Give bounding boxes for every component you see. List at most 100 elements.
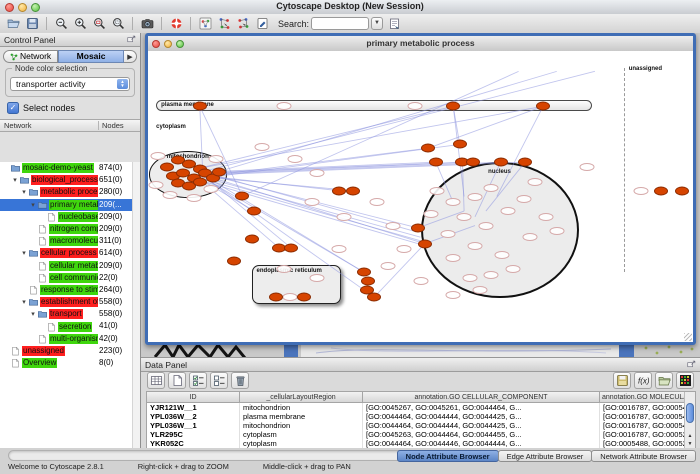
- open-file-icon[interactable]: [4, 16, 22, 32]
- tree-row[interactable]: ▾cellular process614(0): [0, 247, 140, 259]
- graph-node[interactable]: [466, 158, 480, 167]
- graph-node[interactable]: [284, 243, 298, 252]
- select-nodes-row[interactable]: ✓ Select nodes: [7, 102, 133, 114]
- search-input[interactable]: [311, 17, 369, 30]
- expand-arrow-icon[interactable]: ▾: [29, 201, 37, 209]
- graph-node[interactable]: [367, 293, 381, 302]
- layout-spring-icon[interactable]: [215, 16, 233, 32]
- expand-arrow-icon[interactable]: ▾: [20, 298, 28, 306]
- resize-grip[interactable]: [684, 333, 692, 341]
- scrollbar-thumb[interactable]: [686, 403, 694, 423]
- tab-network[interactable]: Network: [3, 50, 58, 63]
- table-row[interactable]: YPL036W__2plasma membrane[GO:0044464, GO…: [147, 412, 685, 421]
- tab-node-attribute-browser[interactable]: Node Attribute Browser: [397, 450, 499, 462]
- network-window-titlebar[interactable]: primary metabolic process: [148, 36, 693, 52]
- attribute-table-icon[interactable]: [147, 372, 165, 389]
- table-row[interactable]: YJR121W__1mitochondrion[GO:0045267, GO:0…: [147, 403, 685, 413]
- layout-force-icon[interactable]: [234, 16, 252, 32]
- tree-row[interactable]: ▾establishment of lo558(0): [0, 296, 140, 308]
- graph-node[interactable]: [357, 268, 371, 277]
- tree-row[interactable]: secretion41(0): [0, 320, 140, 332]
- graph-node[interactable]: [536, 102, 550, 111]
- graph-node[interactable]: [446, 102, 460, 111]
- graph-node[interactable]: [160, 163, 174, 172]
- expand-arrow-icon[interactable]: ▾: [20, 188, 28, 196]
- import-table-icon[interactable]: [655, 372, 673, 389]
- graph-node[interactable]: [518, 158, 532, 167]
- zoom-fit-icon[interactable]: [109, 16, 127, 32]
- graph-node[interactable]: [193, 177, 207, 186]
- advanced-search-icon[interactable]: [385, 16, 403, 32]
- zoom-out-icon[interactable]: [52, 16, 70, 32]
- save-session-icon[interactable]: [23, 16, 41, 32]
- tree-row[interactable]: cellular metabo209(0): [0, 260, 140, 272]
- snapshot-camera-icon[interactable]: [138, 16, 156, 32]
- table-scrollbar[interactable]: ▲▼: [684, 392, 695, 448]
- tab-overflow-button[interactable]: ▶: [124, 50, 137, 63]
- column-header[interactable]: annotation.GO MOLECULAR_FUNCTION: [600, 392, 685, 403]
- graph-node[interactable]: [247, 207, 261, 216]
- table-row[interactable]: YLR295Ccytoplasm[GO:0045263, GO:0044464,…: [147, 430, 685, 439]
- scrollbar-arrows[interactable]: ▲▼: [685, 432, 695, 448]
- function-builder-icon[interactable]: f(x): [634, 372, 652, 389]
- float-panel-icon[interactable]: [127, 35, 136, 44]
- help-lifesaver-icon[interactable]: [167, 16, 185, 32]
- graph-node[interactable]: [269, 293, 283, 302]
- tree-row[interactable]: ▾metabolic process280(0): [0, 186, 140, 198]
- zoom-in-icon[interactable]: [71, 16, 89, 32]
- graph-node[interactable]: [235, 191, 249, 200]
- table-row[interactable]: YPL036W__1mitochondrion[GO:0044464, GO:0…: [147, 421, 685, 430]
- graph-node[interactable]: [245, 234, 259, 243]
- table-row[interactable]: YKR052Ccytoplasm[GO:0044464, GO:0044446,…: [147, 439, 685, 448]
- tab-network-attribute-browser[interactable]: Network Attribute Browser: [591, 450, 696, 462]
- export-table-icon[interactable]: [613, 372, 631, 389]
- tree-row[interactable]: response to stimulu264(0): [0, 284, 140, 296]
- graph-node[interactable]: [494, 158, 508, 167]
- search-dropdown-button[interactable]: ▼: [371, 17, 383, 30]
- network-canvas[interactable]: plasma membrane cytoplasm mitochondrion …: [148, 51, 693, 342]
- matrix-view-icon[interactable]: [676, 372, 694, 389]
- tree-row[interactable]: unassigned223(0): [0, 345, 140, 357]
- tab-edge-attribute-browser[interactable]: Edge Attribute Browser: [498, 450, 593, 462]
- vizmapper-icon[interactable]: [196, 16, 214, 32]
- select-nodes-checkbox[interactable]: ✓: [7, 102, 19, 114]
- new-attribute-icon[interactable]: [168, 372, 186, 389]
- tree-row[interactable]: ▾biological_process651(0): [0, 174, 140, 186]
- graph-node[interactable]: [675, 186, 689, 195]
- graph-node[interactable]: [346, 186, 360, 195]
- unselect-attributes-icon[interactable]: [210, 372, 228, 389]
- tree-row[interactable]: cell communicat22(0): [0, 272, 140, 284]
- graph-node[interactable]: [193, 102, 207, 111]
- column-header[interactable]: _cellularLayoutRegion: [240, 392, 363, 403]
- tree-row[interactable]: multi-organism pro42(0): [0, 333, 140, 345]
- tree-row[interactable]: macromolecule311(0): [0, 235, 140, 247]
- tree-scrollbar[interactable]: [132, 162, 140, 448]
- tree-row[interactable]: ▾transport558(0): [0, 308, 140, 320]
- tree-row[interactable]: nucleobase-209(0): [0, 211, 140, 223]
- tree-row[interactable]: ▾primary metabo209(...: [0, 199, 140, 211]
- graph-node[interactable]: [332, 186, 346, 195]
- select-attributes-icon[interactable]: [189, 372, 207, 389]
- graph-node[interactable]: [227, 256, 241, 265]
- column-header[interactable]: ID: [147, 392, 240, 403]
- graph-node[interactable]: [212, 167, 226, 176]
- column-header[interactable]: annotation.GO CELLULAR_COMPONENT: [363, 392, 600, 403]
- graph-node[interactable]: [654, 186, 668, 195]
- expand-arrow-icon[interactable]: ▾: [29, 310, 37, 318]
- app-titlebar[interactable]: Cytoscape Desktop (New Session): [0, 0, 700, 15]
- graph-node[interactable]: [411, 223, 425, 232]
- graph-node[interactable]: [418, 239, 432, 248]
- graph-node[interactable]: [361, 277, 375, 286]
- delete-attribute-icon[interactable]: [231, 372, 249, 389]
- zoom-selected-icon[interactable]: [90, 16, 108, 32]
- expand-arrow-icon[interactable]: ▾: [20, 249, 28, 257]
- graph-node[interactable]: [421, 144, 435, 153]
- tree-row[interactable]: mosaic-demo-yeast874(0): [0, 162, 140, 174]
- node-color-dropdown[interactable]: transporter activity ▲▼: [10, 77, 130, 91]
- tree-row[interactable]: Overview8(0): [0, 357, 140, 369]
- float-panel-icon[interactable]: [687, 360, 696, 369]
- tree-row[interactable]: nitrogen compo209(0): [0, 223, 140, 235]
- graph-node[interactable]: [453, 140, 467, 149]
- graph-node[interactable]: [297, 293, 311, 302]
- annotation-icon[interactable]: [253, 16, 271, 32]
